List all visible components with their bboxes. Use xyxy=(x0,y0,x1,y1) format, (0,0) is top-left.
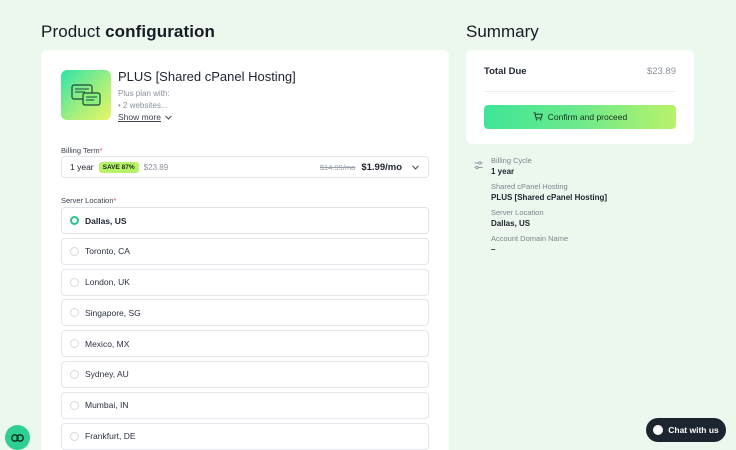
server-location-option[interactable]: London, UK xyxy=(61,268,429,296)
divider xyxy=(484,91,676,92)
server-location-label: Frankfurt, DE xyxy=(85,431,136,442)
summary-details-list: Billing Cycle 1 year Shared cPanel Hosting… xyxy=(474,156,694,255)
summary-detail: Server Location Dallas, US xyxy=(491,208,694,229)
summary-detail-value: Dallas, US xyxy=(491,219,531,228)
show-more-label: Show more xyxy=(118,112,161,122)
chat-with-us-button[interactable]: Chat with us xyxy=(646,418,726,442)
required-marker: * xyxy=(113,196,117,205)
product-config-card: PLUS [Shared cPanel Hosting] Plus plan w… xyxy=(41,50,449,450)
server-location-label: Singapore, SG xyxy=(85,307,141,318)
summary-detail: Billing Cycle 1 year xyxy=(491,156,694,177)
total-due-value: $23.89 xyxy=(646,66,676,77)
billing-term-select[interactable]: 1 year SAVE 87% $23.89 $14.99/mo $1.99/m… xyxy=(61,156,429,178)
chevron-down-icon xyxy=(165,112,172,122)
server-location-label-text: Server Location xyxy=(61,196,114,205)
product-desc-line: • 2 websites... xyxy=(118,101,168,110)
server-location-option[interactable]: Toronto, CA xyxy=(61,237,429,265)
server-location-option[interactable]: Mexico, MX xyxy=(61,330,429,358)
summary-details: Billing Cycle 1 year Shared cPanel Hosting… xyxy=(474,156,694,260)
hosting-server-icon xyxy=(61,70,111,120)
chat-bubble-icon xyxy=(653,425,664,435)
confirm-label: Confirm and proceed xyxy=(547,112,628,122)
required-marker: * xyxy=(99,146,103,155)
server-location-label: Mumbai, IN xyxy=(85,400,129,411)
radio-selected-icon[interactable] xyxy=(70,216,79,225)
server-location-label: Dallas, US xyxy=(85,215,127,226)
product-name: PLUS [Shared cPanel Hosting] xyxy=(118,69,296,84)
chevron-down-icon xyxy=(412,163,420,171)
product-desc-line: Plus plan with: xyxy=(118,89,170,98)
summary-detail-label: Shared cPanel Hosting xyxy=(491,182,568,191)
server-location-label: Sydney, AU xyxy=(85,369,129,380)
product-description: Plus plan with: • 2 websites... xyxy=(118,88,170,112)
new-price: $1.99/mo xyxy=(361,161,402,173)
summary-detail: Shared cPanel Hosting PLUS [Shared cPanel… xyxy=(491,182,694,203)
page-title-prefix: Product xyxy=(41,22,101,41)
cart-icon xyxy=(533,111,543,123)
radio-icon[interactable] xyxy=(70,369,79,379)
summary-detail-label: Account Domain Name xyxy=(491,234,569,243)
chat-label: Chat with us xyxy=(668,425,719,435)
server-location-label: Mexico, MX xyxy=(85,338,130,349)
billing-term-label: Billing Term* xyxy=(61,146,103,155)
summary-detail-label: Server Location xyxy=(491,208,544,217)
server-location-list: Dallas, US Toronto, CA London, UK Singapore… xyxy=(61,207,429,450)
summary-card: Total Due $23.89 Confirm and proceed xyxy=(466,50,694,144)
server-location-option[interactable]: Dallas, US xyxy=(61,207,429,234)
server-location-option[interactable]: Frankfurt, DE xyxy=(61,422,429,450)
summary-detail-value: 1 year xyxy=(491,167,515,176)
radio-icon[interactable] xyxy=(70,308,79,318)
summary-detail-value: – xyxy=(491,245,496,254)
radio-icon[interactable] xyxy=(70,277,79,287)
sliders-icon xyxy=(474,157,483,175)
page-title-bold: configuration xyxy=(105,22,216,41)
link-icon xyxy=(11,429,24,447)
billing-term-value: 1 year xyxy=(70,162,94,172)
radio-icon[interactable] xyxy=(70,431,79,441)
summary-detail: Account Domain Name – xyxy=(491,234,694,255)
page-title: Product configuration xyxy=(41,22,215,42)
server-location-label: Server Location* xyxy=(61,196,116,205)
save-badge: SAVE 87% xyxy=(98,161,139,173)
billing-term-total: $23.89 xyxy=(143,162,169,172)
server-location-option[interactable]: Singapore, SG xyxy=(61,299,429,327)
server-location-option[interactable]: Mumbai, IN xyxy=(61,391,429,419)
summary-detail-value: PLUS [Shared cPanel Hosting] xyxy=(491,193,608,202)
link-button[interactable] xyxy=(5,425,30,450)
radio-icon[interactable] xyxy=(70,400,79,410)
summary-detail-label: Billing Cycle xyxy=(491,156,532,165)
billing-term-label-text: Billing Term xyxy=(61,146,100,155)
total-due-label: Total Due xyxy=(484,66,527,77)
summary-title: Summary xyxy=(466,22,539,41)
old-price: $14.99/mo xyxy=(319,162,356,172)
server-location-label: London, UK xyxy=(85,277,130,288)
server-location-label: Toronto, CA xyxy=(85,246,130,257)
confirm-and-proceed-button[interactable]: Confirm and proceed xyxy=(484,105,676,129)
show-more-link[interactable]: Show more xyxy=(118,112,172,122)
radio-icon[interactable] xyxy=(70,339,79,349)
radio-icon[interactable] xyxy=(70,246,79,256)
server-location-option[interactable]: Sydney, AU xyxy=(61,360,429,388)
